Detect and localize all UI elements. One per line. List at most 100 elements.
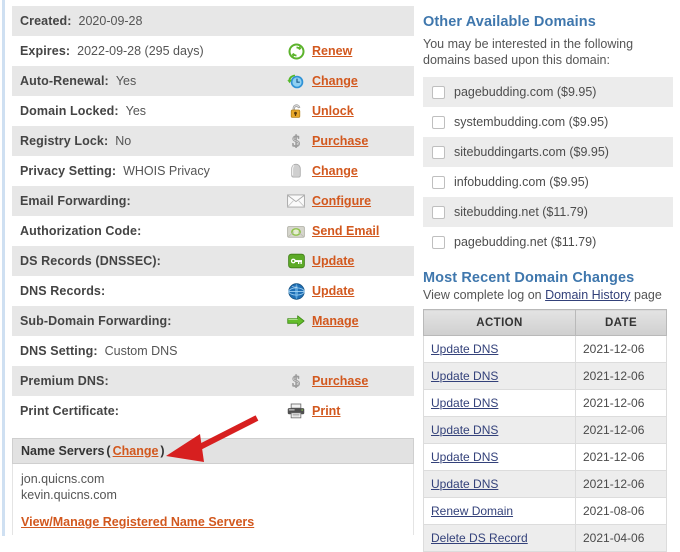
available-domains-list: pagebudding.com ($9.95) systembudding.com… (423, 77, 673, 257)
change-action-link[interactable]: Renew Domain (431, 504, 513, 518)
change-action-link[interactable]: Update DNS (431, 423, 498, 437)
change-action-cell: Update DNS (423, 470, 576, 498)
action-link[interactable]: Configure (312, 194, 371, 208)
domain-checkbox[interactable] (432, 85, 445, 99)
info-row-label: Premium DNS: (20, 374, 109, 388)
info-row-value: 2020-09-28 (78, 14, 143, 28)
table-row: Update DNS 2021-12-06 (423, 470, 667, 498)
change-action-link[interactable]: Update DNS (431, 342, 498, 356)
nameservers-title: Name Servers (21, 444, 105, 458)
change-action-link[interactable]: Delete DS Record (431, 531, 528, 545)
recent-changes-body: Update DNS 2021-12-06 Update DNS 2021-12-06… (423, 335, 667, 552)
action-link[interactable]: Send Email (312, 224, 379, 238)
dollar-sign-icon: $ (287, 372, 305, 390)
change-date-cell: 2021-12-06 (575, 389, 667, 417)
nameservers-change-link[interactable]: Change (113, 444, 159, 458)
table-row: Update DNS 2021-12-06 (423, 443, 667, 471)
table-row: Delete DS Record 2021-04-06 (423, 524, 667, 552)
available-domain-label: pagebudding.com ($9.95) (454, 85, 597, 99)
action-link[interactable]: Renew (312, 44, 352, 58)
action-link[interactable]: Print (312, 404, 340, 418)
green-arrow-icon (287, 312, 305, 330)
available-domain-item[interactable]: pagebudding.com ($9.95) (423, 77, 673, 107)
info-row: Privacy Setting: WHOIS Privacy Change (12, 156, 414, 186)
available-domain-item[interactable]: infobudding.com ($9.95) (423, 167, 673, 197)
change-action-cell: Update DNS (423, 335, 576, 363)
recent-changes-table: ACTION DATE Update DNS 2021-12-06 Update D… (423, 309, 667, 552)
available-domain-item[interactable]: sitebuddingarts.com ($9.95) (423, 137, 673, 167)
info-row: DNS Setting: Custom DNS (12, 336, 414, 366)
available-domain-label: sitebudding.net ($11.79) (454, 205, 588, 219)
info-row: Created: 2020-09-28 (12, 6, 414, 36)
info-row-label: Sub-Domain Forwarding: (20, 314, 172, 328)
available-domain-label: pagebudding.net ($11.79) (454, 235, 597, 249)
change-date-cell: 2021-04-06 (575, 524, 667, 552)
recent-changes-sub-prefix: View complete log on (423, 288, 546, 302)
info-row-label: Auto-Renewal: (20, 74, 109, 88)
envelope-icon (287, 192, 305, 210)
recent-changes-block: Most Recent Domain Changes View complete… (423, 270, 673, 552)
change-action-cell: Delete DS Record (423, 524, 576, 552)
domain-checkbox[interactable] (432, 175, 445, 189)
info-row-value: Yes (125, 104, 147, 118)
table-row: Renew Domain 2021-08-06 (423, 497, 667, 525)
info-row-label: Domain Locked: (20, 104, 119, 118)
info-row-label: Email Forwarding: (20, 194, 131, 208)
info-row: Authorization Code: Send Email (12, 216, 414, 246)
other-available-domains-description: You may be interested in the following d… (423, 37, 634, 67)
change-action-link[interactable]: Update DNS (431, 477, 498, 491)
info-row-action: Renew (287, 36, 352, 66)
action-link[interactable]: Change (312, 74, 358, 88)
info-row-value: 2022-09-28 (295 days) (77, 44, 204, 58)
info-row-action: Configure (287, 186, 371, 216)
info-row: Print Certificate: Print (12, 396, 414, 426)
printer-icon (287, 402, 305, 420)
change-action-link[interactable]: Update DNS (431, 369, 498, 383)
domain-history-link[interactable]: Domain History (545, 288, 630, 302)
domain-info-rows: Created: 2020-09-28 Expires: 2022-09-28 (29… (12, 6, 414, 426)
action-link[interactable]: Update (312, 284, 354, 298)
svg-text:$: $ (292, 134, 300, 151)
available-domain-label: infobudding.com ($9.95) (454, 175, 589, 189)
available-domain-label: systembudding.com ($9.95) (454, 115, 609, 129)
recent-changes-heading: Most Recent Domain Changes (423, 270, 635, 286)
domain-checkbox[interactable] (432, 235, 445, 249)
action-link[interactable]: Purchase (312, 134, 368, 148)
domain-checkbox[interactable] (432, 115, 445, 129)
padlock-icon (287, 102, 305, 120)
info-row: Domain Locked: Yes Unlock (12, 96, 414, 126)
nameservers-close-paren: ) (160, 444, 165, 458)
info-row: DNS Records: Update (12, 276, 414, 306)
available-domain-item[interactable]: pagebudding.net ($11.79) (423, 227, 673, 257)
nameservers-header: Name Servers ( Change ) (12, 438, 414, 464)
available-domain-item[interactable]: systembudding.com ($9.95) (423, 107, 673, 137)
available-domain-item[interactable]: sitebudding.net ($11.79) (423, 197, 673, 227)
change-action-cell: Update DNS (423, 389, 576, 417)
change-date-cell: 2021-12-06 (575, 416, 667, 444)
domain-checkbox[interactable] (432, 145, 445, 159)
action-link[interactable]: Update (312, 254, 354, 268)
table-row: Update DNS 2021-12-06 (423, 416, 667, 444)
info-row-action: Change (287, 66, 358, 96)
action-link[interactable]: Manage (312, 314, 359, 328)
info-row-label: Privacy Setting: (20, 164, 117, 178)
action-link[interactable]: Purchase (312, 374, 368, 388)
view-manage-nameservers-link[interactable]: View/Manage Registered Name Servers (21, 515, 254, 529)
action-link[interactable]: Change (312, 164, 358, 178)
info-row-label: Print Certificate: (20, 404, 120, 418)
info-row: Premium DNS: $ Purchase (12, 366, 414, 396)
page-left-gutter-inner (5, 0, 7, 536)
table-row: Update DNS 2021-12-06 (423, 362, 667, 390)
auto-renew-clock-icon (287, 72, 305, 90)
info-row: Expires: 2022-09-28 (295 days) Renew (12, 36, 414, 66)
info-row-action: Print (287, 396, 340, 426)
info-row-action: $ Purchase (287, 366, 369, 396)
action-link[interactable]: Unlock (312, 104, 354, 118)
change-action-link[interactable]: Update DNS (431, 450, 498, 464)
domain-checkbox[interactable] (432, 205, 445, 219)
change-action-link[interactable]: Update DNS (431, 396, 498, 410)
change-action-cell: Update DNS (423, 416, 576, 444)
info-row-action: Send Email (287, 216, 379, 246)
info-row-label: Registry Lock: (20, 134, 109, 148)
info-row-value: WHOIS Privacy (123, 164, 210, 178)
